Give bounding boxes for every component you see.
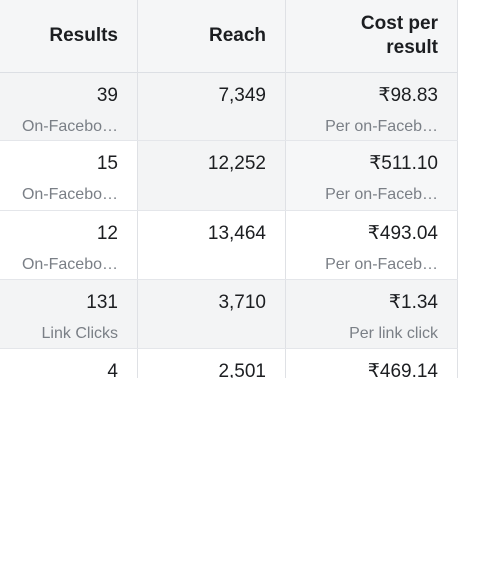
- column-header-cost-per-result[interactable]: Cost per result: [286, 0, 458, 72]
- cost-value: ₹469.14: [367, 361, 438, 378]
- cost-cell: ₹98.83 Per on-Faceb…: [286, 73, 458, 141]
- cost-type: Per on-Faceb…: [325, 186, 438, 203]
- results-value: 15: [96, 153, 118, 174]
- reach-cell: 12,252: [138, 141, 286, 211]
- reach-cell: 13,464: [138, 211, 286, 280]
- results-value: 12: [96, 223, 118, 244]
- reach-value: 2,501: [218, 361, 266, 378]
- cost-value: ₹493.04: [367, 223, 438, 244]
- column-divider: [137, 0, 138, 378]
- results-type: On-Facebo…: [21, 256, 118, 273]
- cost-cell: ₹469.14: [286, 349, 458, 378]
- table-row[interactable]: 4 2,501 ₹469.14: [0, 349, 458, 378]
- results-cell: 4: [0, 349, 138, 378]
- column-divider: [285, 0, 286, 378]
- results-type: On-Facebo…: [21, 186, 118, 203]
- results-type: On-Facebo…: [21, 118, 118, 135]
- table-row[interactable]: 39 On-Facebo… 7,349 ₹98.83 Per on-Faceb…: [0, 73, 458, 141]
- table-row[interactable]: 131 Link Clicks 3,710 ₹1.34 Per link cli…: [0, 280, 458, 349]
- reach-value: 13,464: [207, 223, 266, 244]
- results-cell: 131 Link Clicks: [0, 280, 138, 349]
- table-header: Results Reach Cost per result: [0, 0, 458, 73]
- reach-cell: 7,349: [138, 73, 286, 141]
- reach-value: 7,349: [218, 85, 266, 106]
- cost-value: ₹511.10: [369, 153, 438, 174]
- cost-value: ₹98.83: [378, 85, 438, 106]
- reach-value: 12,252: [207, 153, 266, 174]
- results-cell: 39 On-Facebo…: [0, 73, 138, 141]
- cost-value: ₹1.34: [388, 292, 438, 313]
- cost-cell: ₹511.10 Per on-Faceb…: [286, 141, 458, 211]
- cost-type: Per on-Faceb…: [325, 256, 438, 273]
- reach-cell: 2,501: [138, 349, 286, 378]
- results-value: 39: [96, 85, 118, 106]
- cost-cell: ₹493.04 Per on-Faceb…: [286, 211, 458, 280]
- column-header-reach[interactable]: Reach: [138, 0, 286, 72]
- row-divider: [0, 279, 458, 280]
- row-divider: [0, 210, 458, 211]
- table-row[interactable]: 12 On-Facebo… 13,464 ₹493.04 Per on-Face…: [0, 211, 458, 280]
- column-header-results[interactable]: Results: [0, 0, 138, 72]
- cost-cell: ₹1.34 Per link click: [286, 280, 458, 349]
- cost-type: Per link click: [349, 325, 438, 342]
- cost-type: Per on-Faceb…: [325, 118, 438, 135]
- results-cell: 12 On-Facebo…: [0, 211, 138, 280]
- table-right-edge: [457, 0, 458, 378]
- results-type: Link Clicks: [41, 325, 118, 342]
- table-row[interactable]: 15 On-Facebo… 12,252 ₹511.10 Per on-Face…: [0, 141, 458, 211]
- reach-value: 3,710: [218, 292, 266, 313]
- results-value: 4: [107, 361, 118, 378]
- results-cell: 15 On-Facebo…: [0, 141, 138, 211]
- results-value: 131: [86, 292, 118, 313]
- ads-results-table: Results Reach Cost per result 39 On-Face…: [0, 0, 458, 378]
- row-divider: [0, 348, 458, 349]
- row-divider: [0, 140, 458, 141]
- reach-cell: 3,710: [138, 280, 286, 349]
